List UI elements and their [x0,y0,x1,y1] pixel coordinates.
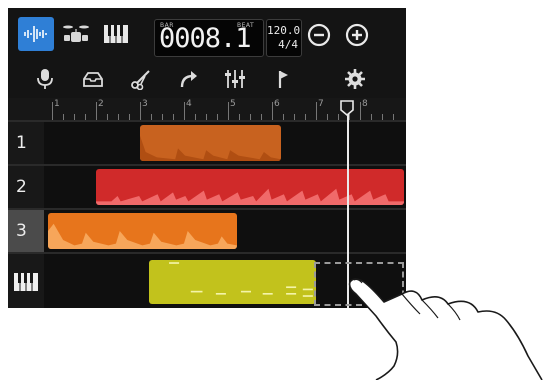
tool-row [8,60,406,98]
tray-icon [83,72,103,87]
zoom-in-button[interactable] [344,22,370,48]
midi-region[interactable] [148,260,316,304]
ruler-bar-number: 4 [186,99,192,109]
audio-region[interactable] [48,213,237,249]
ruler-bar-number: 3 [142,99,148,109]
mixer-button[interactable] [222,66,248,92]
track-number[interactable]: 2 [8,166,44,208]
keyboard-mode-button[interactable] [98,17,134,51]
piano-keys-icon [104,25,128,43]
track-icon-area[interactable] [8,254,44,308]
ruler-bar-number: 5 [230,99,236,109]
waveform-icon [24,26,47,42]
daw-screen: BAR BEAT 0008.1 120.0 4/4 1 2 3 4 5 6 7 … [8,8,406,308]
ruler-bar-number: 2 [98,99,104,109]
audio-region[interactable] [140,125,281,161]
drum-mode-button[interactable] [58,17,94,51]
ruler-tick [140,102,141,120]
edit-button[interactable] [128,66,154,92]
piano-keys-icon [14,273,38,291]
ruler-tick [272,102,273,120]
record-button[interactable] [32,66,58,92]
ruler-bar-number: 1 [54,99,60,109]
redo-arrow-icon [180,71,197,88]
top-toolbar: BAR BEAT 0008.1 120.0 4/4 [8,8,406,60]
midi-notes-graphic [168,262,313,297]
ruler-tick [52,102,53,120]
waveform-graphic [48,223,237,249]
time-signature: 4/4 [278,38,298,51]
waveform-graphic [96,188,404,205]
ruler-tick [228,102,229,120]
position-counter[interactable]: BAR BEAT 0008.1 [154,19,264,57]
microphone-icon [37,69,53,89]
ruler-tick [316,102,317,120]
tempo-display[interactable]: 120.0 4/4 [266,19,302,57]
ruler-tick [96,102,97,120]
track-number[interactable]: 3 [8,210,44,252]
flag-icon [278,71,288,88]
inbox-button[interactable] [80,66,106,92]
audio-region[interactable] [96,169,404,205]
mixer-sliders-icon [225,70,245,88]
position-value: 0008.1 [159,23,252,54]
finger-pointer-illustration [348,278,543,380]
waveform-graphic [140,135,281,161]
gear-icon [345,69,365,89]
ruler-bar-number: 7 [318,99,324,109]
settings-button[interactable] [342,66,368,92]
marker-button[interactable] [270,66,296,92]
playhead-handle[interactable] [339,100,354,116]
track-number[interactable]: 1 [8,122,44,164]
ruler-bar-number: 8 [362,99,368,109]
zoom-out-button[interactable] [306,22,332,48]
redo-button[interactable] [176,66,202,92]
minus-circle-icon [307,23,331,47]
drum-kit-icon [63,25,89,42]
audio-mode-button[interactable] [18,17,54,51]
ruler-bar-number: 6 [274,99,280,109]
ruler-tick [184,102,185,120]
scissors-icon [131,70,150,90]
plus-circle-icon [345,23,369,47]
ruler-tick [360,102,361,120]
tempo-value: 120.0 [267,24,301,37]
